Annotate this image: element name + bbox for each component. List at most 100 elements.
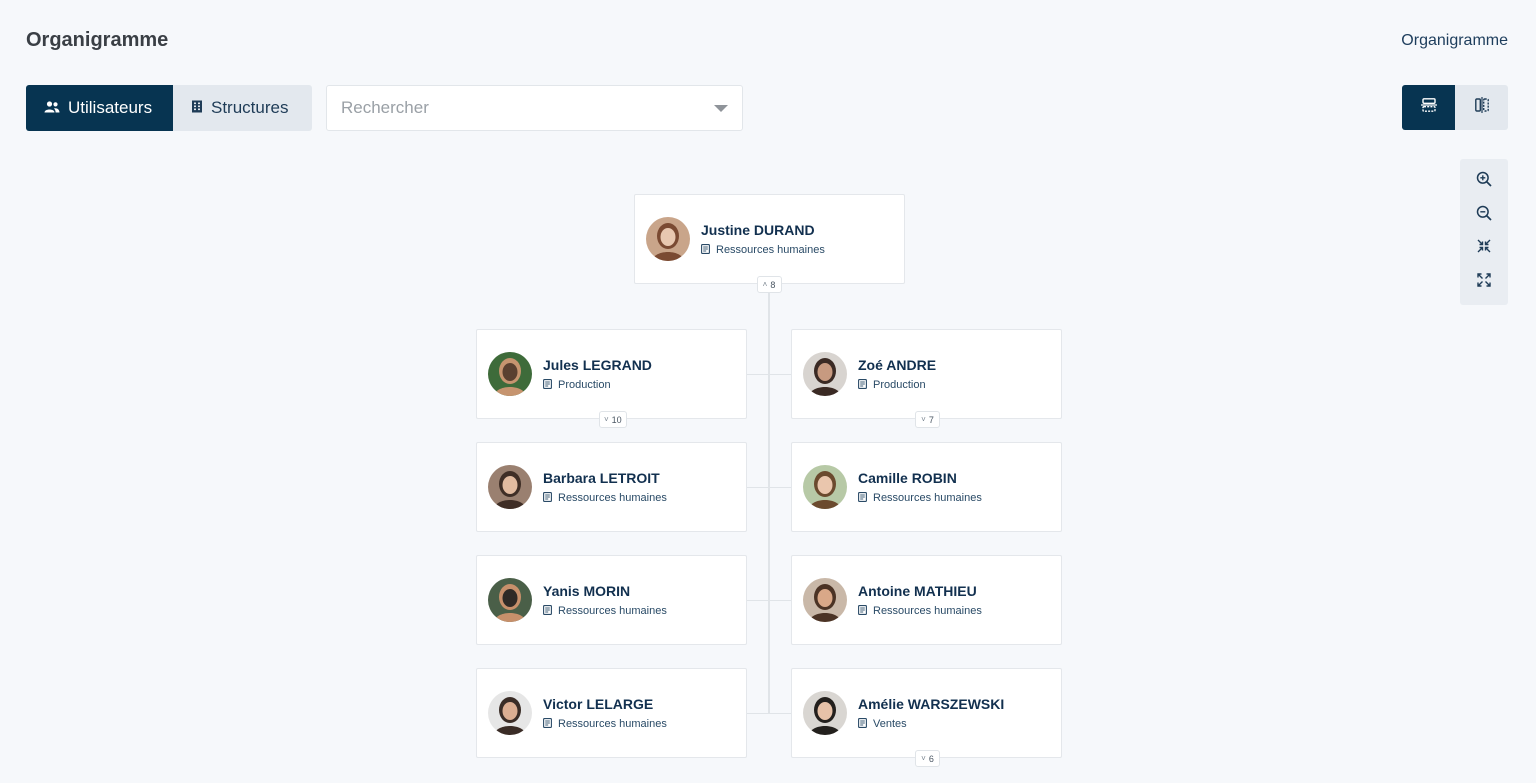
employee-info: Camille ROBIN Ressources humaines <box>858 470 982 505</box>
tab-structures-label: Structures <box>211 98 289 117</box>
avatar <box>803 691 847 735</box>
department-label: Production <box>873 379 926 391</box>
avatar <box>488 352 532 396</box>
employee-card[interactable]: Zoé ANDRE Production <box>791 329 1062 419</box>
employee-card[interactable]: Antoine MATHIEU Ressources humaines <box>791 555 1062 645</box>
zoom-in-icon <box>1476 171 1492 192</box>
connector-line <box>747 600 769 601</box>
breadcrumb[interactable]: Organigramme <box>1401 32 1508 50</box>
connector-line <box>769 487 791 488</box>
avatar <box>646 217 690 261</box>
search-select[interactable] <box>326 85 743 131</box>
reports-count: 6 <box>928 753 934 764</box>
department-label: Ressources humaines <box>873 605 982 617</box>
employee-department: Ventes <box>858 717 1004 731</box>
chevron-down-icon: ˅ <box>921 754 926 763</box>
chevron-down-icon: ˅ <box>604 415 609 424</box>
expand-icon <box>1477 273 1491 292</box>
avatar <box>488 578 532 622</box>
reports-count-toggle[interactable]: ˅ 6 <box>915 750 940 767</box>
employee-department: Ressources humaines <box>543 604 667 618</box>
employee-card[interactable]: Barbara LETROIT Ressources humaines <box>476 442 747 532</box>
department-icon <box>858 491 867 505</box>
employee-name: Camille ROBIN <box>858 469 957 486</box>
zoom-out-icon <box>1476 205 1492 226</box>
users-icon <box>44 98 60 118</box>
reports-count: 8 <box>770 279 776 290</box>
employee-name: Yanis MORIN <box>543 582 631 599</box>
department-icon <box>543 604 552 618</box>
department-label: Ressources humaines <box>558 718 667 730</box>
zoom-in-button[interactable] <box>1469 167 1499 197</box>
employee-name: Zoé ANDRE <box>858 356 937 373</box>
department-icon <box>543 717 552 731</box>
avatar <box>488 691 532 735</box>
employee-name: Justine DURAND <box>701 221 815 238</box>
employee-department: Ressources humaines <box>858 491 982 505</box>
connector-line <box>769 374 791 375</box>
employee-department: Production <box>543 378 652 392</box>
department-icon <box>858 378 867 392</box>
employee-name: Antoine MATHIEU <box>858 582 977 599</box>
employee-name: Jules LEGRAND <box>543 356 652 373</box>
connector-line <box>768 284 770 713</box>
employee-name: Barbara LETROIT <box>543 469 660 486</box>
avatar <box>803 352 847 396</box>
chevron-down-icon[interactable] <box>714 104 728 112</box>
collapse-button[interactable] <box>1469 234 1499 264</box>
avatar <box>803 578 847 622</box>
reports-count-toggle[interactable]: ˄ 8 <box>756 276 782 293</box>
employee-department: Production <box>858 378 936 392</box>
department-label: Ressources humaines <box>558 605 667 617</box>
department-label: Ressources humaines <box>873 492 982 504</box>
department-label: Production <box>558 379 611 391</box>
reports-count: 10 <box>611 414 622 425</box>
department-icon <box>858 717 867 731</box>
employee-info: Justine DURAND Ressources humaines <box>701 222 825 257</box>
search-input[interactable] <box>341 98 714 118</box>
employee-info: Zoé ANDRE Production <box>858 357 936 392</box>
avatar <box>488 465 532 509</box>
vertical-layout-icon <box>1420 98 1437 117</box>
employee-info: Victor LELARGE Ressources humaines <box>543 696 667 731</box>
employee-info: Barbara LETROIT Ressources humaines <box>543 470 667 505</box>
horizontal-layout-icon <box>1474 97 1489 118</box>
employee-info: Jules LEGRAND Production <box>543 357 652 392</box>
employee-card[interactable]: Victor LELARGE Ressources humaines <box>476 668 747 758</box>
employee-card[interactable]: Yanis MORIN Ressources humaines <box>476 555 747 645</box>
chevron-up-icon: ˄ <box>762 280 768 289</box>
employee-department: Ressources humaines <box>858 604 982 618</box>
employee-department: Ressources humaines <box>543 491 667 505</box>
tab-utilisateurs[interactable]: Utilisateurs <box>26 85 173 131</box>
horizontal-layout-button[interactable] <box>1455 85 1508 130</box>
expand-button[interactable] <box>1469 267 1499 297</box>
employee-card[interactable]: Jules LEGRAND Production <box>476 329 747 419</box>
tab-structures[interactable]: Structures <box>173 85 312 131</box>
department-label: Ventes <box>873 718 907 730</box>
department-icon <box>543 378 552 392</box>
employee-department: Ressources humaines <box>701 243 825 257</box>
employee-info: Amélie WARSZEWSKI Ventes <box>858 696 1004 731</box>
reports-count: 7 <box>928 414 934 425</box>
org-chart-page: Organigramme Organigramme Utilisateurs S… <box>0 0 1536 783</box>
employee-info: Yanis MORIN Ressources humaines <box>543 583 667 618</box>
employee-card-root[interactable]: Justine DURAND Ressources humaines <box>634 194 905 284</box>
employee-card[interactable]: Camille ROBIN Ressources humaines <box>791 442 1062 532</box>
page-title: Organigramme <box>26 29 169 51</box>
department-icon <box>858 604 867 618</box>
connector-line <box>747 713 769 714</box>
vertical-layout-button[interactable] <box>1402 85 1455 130</box>
tab-utilisateurs-label: Utilisateurs <box>68 98 153 117</box>
chevron-down-icon: ˅ <box>921 415 926 424</box>
reports-count-toggle[interactable]: ˅ 7 <box>915 411 940 428</box>
zoom-out-button[interactable] <box>1469 200 1499 230</box>
layout-toggle <box>1402 85 1508 130</box>
employee-info: Antoine MATHIEU Ressources humaines <box>858 583 982 618</box>
connector-line <box>747 487 769 488</box>
view-mode-tabs: Utilisateurs Structures <box>26 85 312 131</box>
connector-line <box>747 374 769 375</box>
department-label: Ressources humaines <box>558 492 667 504</box>
avatar <box>803 465 847 509</box>
reports-count-toggle[interactable]: ˅ 10 <box>599 411 627 428</box>
employee-card[interactable]: Amélie WARSZEWSKI Ventes <box>791 668 1062 758</box>
